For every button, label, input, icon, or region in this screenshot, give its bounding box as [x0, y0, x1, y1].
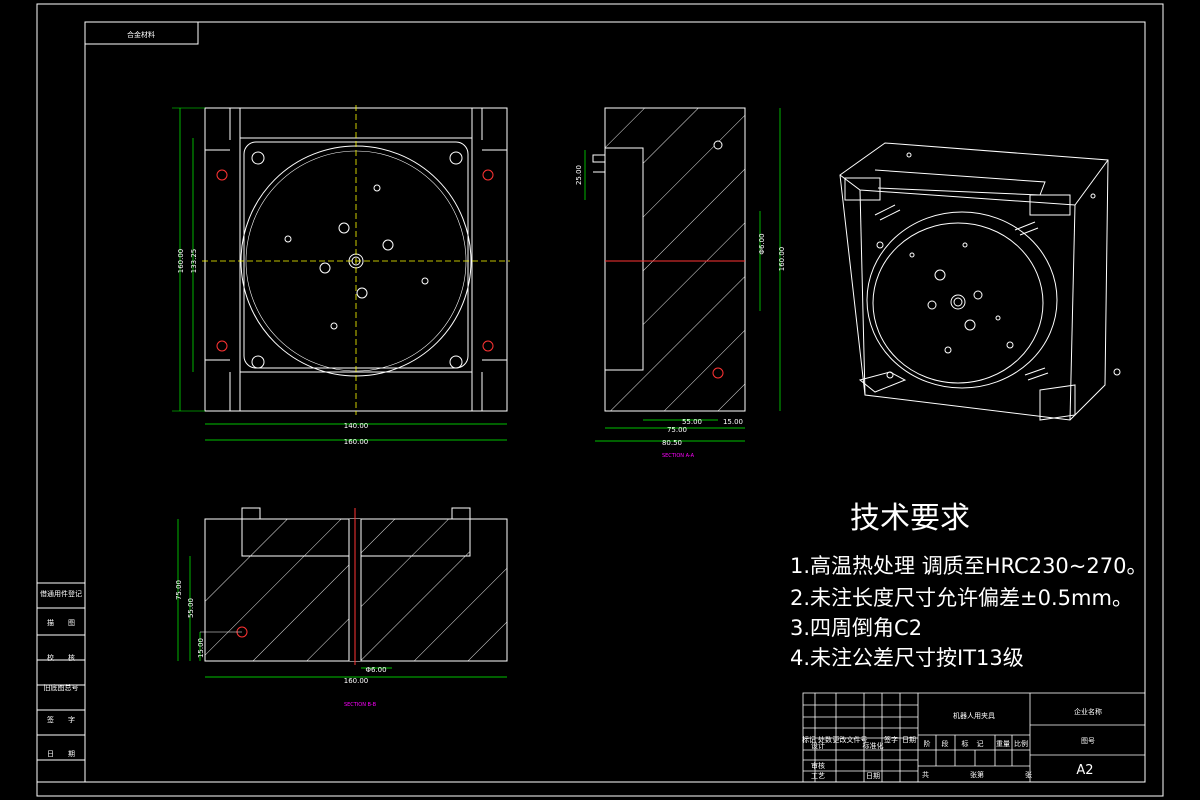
- tb-part-name: 机器人用夹具: [953, 711, 995, 720]
- tb-sheet-no: 张第: [970, 770, 984, 779]
- side-label: 校 核: [47, 653, 75, 662]
- bb-dim-height-total: 75.00: [175, 580, 183, 600]
- tb-stage-label: 重量: [996, 740, 1010, 748]
- aa-dim-dia: Φ6.00: [758, 233, 766, 254]
- section-aa-label: SECTION A-A: [662, 453, 695, 459]
- tb-company: 企业名称: [1074, 707, 1102, 716]
- requirement-item: 4.未注公差尺寸按IT13级: [790, 646, 1024, 670]
- side-label: 签 字: [47, 715, 75, 724]
- tb-design: 设计: [811, 741, 825, 750]
- front-dim-width-inner: 140.00: [344, 422, 369, 430]
- tb-stage-label: 阶: [924, 739, 931, 748]
- requirement-item: 2.未注长度尺寸允许偏差±0.5mm。: [790, 586, 1133, 610]
- tb-page: 张: [1025, 770, 1032, 779]
- side-label: 借通用件登记: [40, 589, 82, 598]
- tb-sheets: 共: [922, 770, 929, 779]
- section-a-a: 25.00 Φ6.00 160.00 55.00 15.00 75.00 80.…: [575, 107, 786, 459]
- tb-standard: 标准化: [863, 741, 884, 750]
- side-label: 旧底图总号: [44, 683, 79, 692]
- aa-dim-top-small: 25.00: [575, 165, 583, 185]
- section-bb-label: SECTION B-B: [344, 702, 377, 708]
- cad-drawing-canvas: 合金材料 借通用件登记 描 图 校 核 旧底图总号 签 字 日 期 140.00…: [36, 3, 1164, 797]
- isometric-view: [839, 142, 1121, 421]
- bb-dim-h2: 55.00: [187, 598, 195, 618]
- requirements-title: 技术要求: [850, 501, 970, 536]
- tb-sheet-size: A2: [1076, 763, 1093, 778]
- requirement-item: 3.四周倒角C2: [790, 616, 922, 640]
- bb-dim-width: 160.00: [344, 677, 369, 685]
- front-dim-height-outer: 160.00: [177, 249, 185, 274]
- bb-dim-h3: 15.00: [197, 638, 205, 658]
- side-label: 日 期: [47, 750, 75, 758]
- tb-process: 工艺: [811, 772, 825, 780]
- aa-dim-d3: 75.00: [667, 426, 687, 434]
- front-dim-height-inner: 133.25: [190, 249, 198, 274]
- tb-date: 日期: [866, 772, 880, 780]
- tb-stage-label: 段: [942, 739, 949, 748]
- section-b-b: 75.00 55.00 15.00 Φ6.00 160.00 SECTION B…: [175, 507, 508, 708]
- aa-dim-d4: 80.50: [662, 439, 682, 447]
- tb-material: 图号: [1081, 737, 1095, 745]
- aa-dim-d1: 55.00: [682, 418, 702, 426]
- tb-row-label: 日期: [902, 736, 916, 744]
- bb-dim-dia: Φ6.00: [365, 666, 386, 674]
- title-block-text: 标记 处数 更改文件号 签字 日期 设计 标准化 审核 工艺 日期 机器人用夹具…: [802, 707, 1102, 780]
- tb-stage-label: 标: [962, 739, 969, 748]
- requirements: 技术要求 1.高温热处理 调质至HRC230~270。 2.未注长度尺寸允许偏差…: [790, 501, 1147, 670]
- aa-dim-height: 160.00: [778, 247, 786, 272]
- tb-stage-label: 记: [977, 740, 984, 748]
- aa-dim-d2: 15.00: [723, 418, 743, 426]
- tb-row-label: 签字: [884, 735, 898, 744]
- title-tab: 合金材料: [127, 30, 155, 39]
- requirement-item: 1.高温热处理 调质至HRC230~270。: [790, 554, 1147, 578]
- front-dim-width-outer: 160.00: [344, 438, 369, 446]
- side-label: 描 图: [47, 618, 75, 627]
- tb-stage-label: 比例: [1014, 739, 1028, 748]
- side-label-column: 借通用件登记 描 图 校 核 旧底图总号 签 字 日 期: [37, 582, 85, 783]
- tb-check: 审核: [811, 761, 825, 770]
- front-view: 140.00 160.00 160.00 133.25: [172, 105, 510, 446]
